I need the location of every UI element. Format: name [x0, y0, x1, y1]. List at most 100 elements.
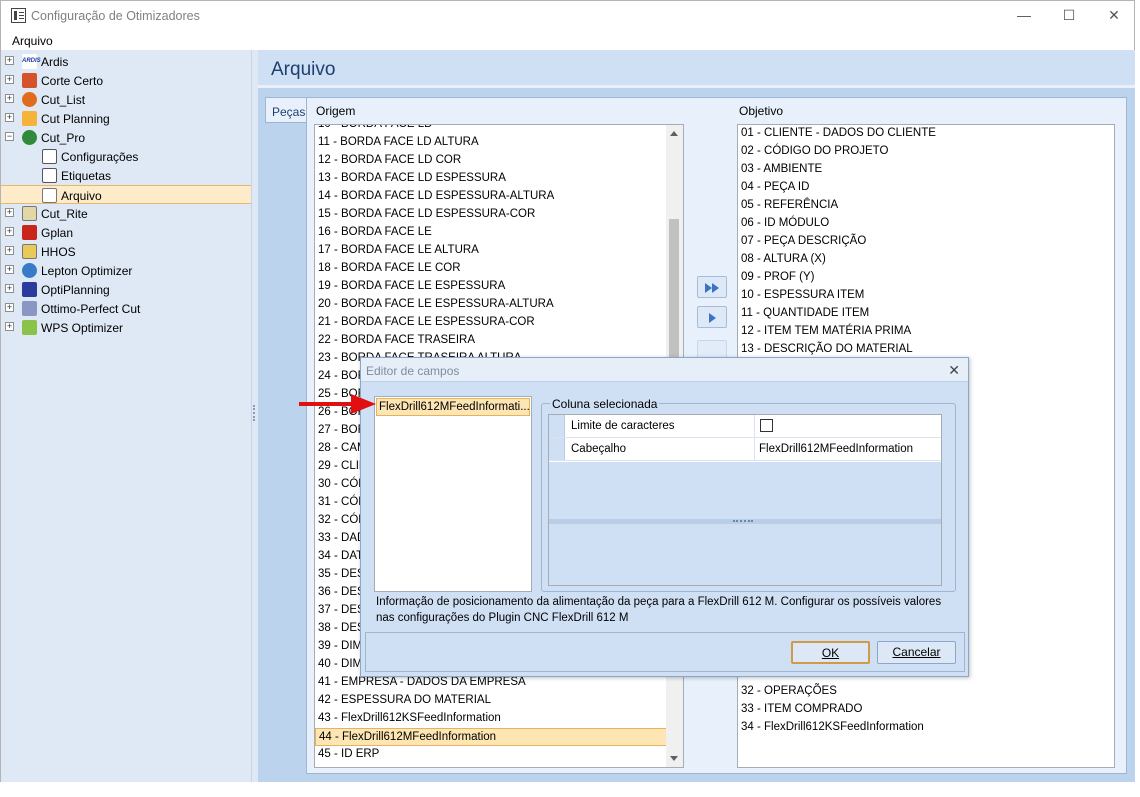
objetivo-list-item[interactable]: 08 - ALTURA (X)	[738, 251, 1114, 269]
tree-item-cut-rite[interactable]: + Cut_Rite	[1, 204, 251, 223]
origem-list-item[interactable]: 20 - BORDA FACE LE ESPESSURA-ALTURA	[315, 296, 667, 314]
collapse-icon[interactable]: −	[5, 132, 14, 141]
expand-icon[interactable]: +	[5, 94, 14, 103]
objetivo-list-item[interactable]: 06 - ID MÓDULO	[738, 215, 1114, 233]
tree-item-arquivo[interactable]: Arquivo	[1, 185, 251, 204]
expand-icon[interactable]: +	[5, 113, 14, 122]
tree-item-cut-pro[interactable]: − Cut_Pro	[1, 128, 251, 147]
expand-icon[interactable]: +	[5, 227, 14, 236]
close-button[interactable]: ✕	[1094, 5, 1134, 27]
ottimo-icon	[22, 301, 37, 316]
origem-list-item[interactable]: 16 - BORDA FACE LE	[315, 224, 667, 242]
objetivo-list-item[interactable]: 09 - PROF (Y)	[738, 269, 1114, 287]
splitter-grip[interactable]	[253, 405, 255, 421]
origem-list-item[interactable]: 22 - BORDA FACE TRASEIRA	[315, 332, 667, 350]
field-list[interactable]: FlexDrill612MFeedInformati...	[374, 396, 532, 592]
lepton-icon	[22, 263, 37, 278]
tree-item-lepton-optimizer[interactable]: + Lepton Optimizer	[1, 261, 251, 280]
tree-item-corte-certo[interactable]: + Corte Certo	[1, 71, 251, 90]
expand-icon[interactable]: +	[5, 322, 14, 331]
expand-icon[interactable]: +	[5, 75, 14, 84]
tab-pecas[interactable]: Peças	[265, 97, 307, 123]
field-list-item[interactable]: FlexDrill612MFeedInformati...	[376, 398, 530, 416]
tree-item-label: Cut_List	[41, 93, 86, 107]
cabecalho-value[interactable]: FlexDrill612MFeedInformation	[754, 438, 941, 460]
cut-rite-icon	[22, 206, 37, 221]
objetivo-list-item[interactable]: 33 - ITEM COMPRADO	[738, 701, 1114, 719]
tree-item-cut-planning[interactable]: + Cut Planning	[1, 109, 251, 128]
tree-item-configura-es[interactable]: Configurações	[1, 147, 251, 166]
tree-item-label: WPS Optimizer	[41, 321, 124, 335]
tree-item-optiplanning[interactable]: + OptiPlanning	[1, 280, 251, 299]
labels-page-icon	[42, 168, 57, 183]
tree-item-hhos[interactable]: + HHOS	[1, 242, 251, 261]
tree-item-label: OptiPlanning	[41, 283, 110, 297]
menu-arquivo[interactable]: Arquivo	[12, 34, 53, 48]
objetivo-list-item[interactable]: 07 - PEÇA DESCRIÇÃO	[738, 233, 1114, 251]
tree-item-wps-optimizer[interactable]: + WPS Optimizer	[1, 318, 251, 337]
origem-list-item[interactable]: 11 - BORDA FACE LD ALTURA	[315, 134, 667, 152]
objetivo-list-item[interactable]: 11 - QUANTIDADE ITEM	[738, 305, 1114, 323]
objetivo-list-item[interactable]: 12 - ITEM TEM MATÉRIA PRIMA	[738, 323, 1114, 341]
limite-checkbox[interactable]	[760, 419, 773, 432]
expand-icon[interactable]: +	[5, 303, 14, 312]
scroll-up-icon[interactable]	[670, 131, 678, 136]
tree-item-label: Cut_Pro	[41, 131, 86, 145]
objetivo-list-item[interactable]: 01 - CLIENTE - DADOS DO CLIENTE	[738, 125, 1114, 143]
property-name: Cabeçalho	[571, 443, 626, 455]
optimizer-tree[interactable]: + ARDIS Ardis + Corte Certo + Cut_List + Cut Pla…	[1, 50, 252, 782]
tree-item-ottimo-perfect-cut[interactable]: + Ottimo-Perfect Cut	[1, 299, 251, 318]
scroll-down-icon[interactable]	[670, 756, 678, 761]
expand-icon[interactable]: +	[5, 56, 14, 65]
ardis-icon: ARDIS	[22, 54, 41, 69]
property-row-limite: Limite de caracteres	[549, 415, 941, 438]
origem-list-item[interactable]: 17 - BORDA FACE LE ALTURA	[315, 242, 667, 260]
optiplanning-icon	[22, 282, 37, 297]
tree-item-cut-list[interactable]: + Cut_List	[1, 90, 251, 109]
objetivo-list-item[interactable]: 04 - PEÇA ID	[738, 179, 1114, 197]
gplan-icon	[22, 225, 37, 240]
objetivo-list-item[interactable]: 32 - OPERAÇÕES	[738, 683, 1114, 701]
origem-list-item[interactable]: 12 - BORDA FACE LD COR	[315, 152, 667, 170]
origem-list-item[interactable]: 14 - BORDA FACE LD ESPESSURA-ALTURA	[315, 188, 667, 206]
origem-list-item[interactable]: 45 - ID ERP	[315, 746, 667, 764]
double-arrow-right-icon-2	[712, 283, 719, 293]
expand-icon[interactable]: +	[5, 208, 14, 217]
tree-item-ardis[interactable]: + ARDIS Ardis	[1, 52, 251, 71]
arrow-right-icon	[709, 313, 716, 323]
expand-icon[interactable]: +	[5, 265, 14, 274]
objetivo-list-item[interactable]: 03 - AMBIENTE	[738, 161, 1114, 179]
origem-list-item[interactable]: 13 - BORDA FACE LD ESPESSURA	[315, 170, 667, 188]
tree-item-label: Cut Planning	[41, 112, 110, 126]
origem-list-item[interactable]: 18 - BORDA FACE LE COR	[315, 260, 667, 278]
origem-list-item[interactable]: 44 - FlexDrill612MFeedInformation	[315, 728, 667, 746]
menu-bar: Arquivo	[1, 31, 1134, 50]
ok-button[interactable]: OK	[791, 641, 870, 664]
property-value[interactable]	[754, 415, 941, 437]
window-title: Configuração de Otimizadores	[31, 9, 200, 23]
objetivo-list-item[interactable]: 05 - REFERÊNCIA	[738, 197, 1114, 215]
origem-list-item[interactable]: 10 - BORDA FACE LD	[315, 125, 667, 134]
dialog-close-icon[interactable]: ✕	[948, 362, 960, 379]
maximize-button[interactable]: ☐	[1049, 5, 1089, 27]
origem-list-item[interactable]: 19 - BORDA FACE LE ESPESSURA	[315, 278, 667, 296]
objetivo-list-item[interactable]: 34 - FlexDrill612KSFeedInformation	[738, 719, 1114, 737]
expand-icon[interactable]: +	[5, 246, 14, 255]
origem-list-item[interactable]: 21 - BORDA FACE LE ESPESSURA-COR	[315, 314, 667, 332]
splitter-grip[interactable]	[733, 520, 753, 522]
tree-item-gplan[interactable]: + Gplan	[1, 223, 251, 242]
objetivo-list-item[interactable]: 02 - CÓDIGO DO PROJETO	[738, 143, 1114, 161]
origem-list-item[interactable]: 15 - BORDA FACE LD ESPESSURA-COR	[315, 206, 667, 224]
tree-item-etiquetas[interactable]: Etiquetas	[1, 166, 251, 185]
origem-list-item[interactable]: 43 - FlexDrill612KSFeedInformation	[315, 710, 667, 728]
minimize-button[interactable]: —	[1004, 5, 1044, 27]
expand-icon[interactable]: +	[5, 284, 14, 293]
title-bar: Configuração de Otimizadores — ☐ ✕	[1, 1, 1134, 31]
objetivo-list-item[interactable]: 10 - ESPESSURA ITEM	[738, 287, 1114, 305]
cancel-button[interactable]: Cancelar	[877, 641, 956, 664]
tree-item-label: Arquivo	[61, 189, 102, 203]
move-right-button[interactable]	[697, 306, 727, 328]
origem-list-item[interactable]: 42 - ESPESSURA DO MATERIAL	[315, 692, 667, 710]
scroll-thumb[interactable]	[669, 219, 679, 359]
move-all-right-button[interactable]	[697, 276, 727, 298]
